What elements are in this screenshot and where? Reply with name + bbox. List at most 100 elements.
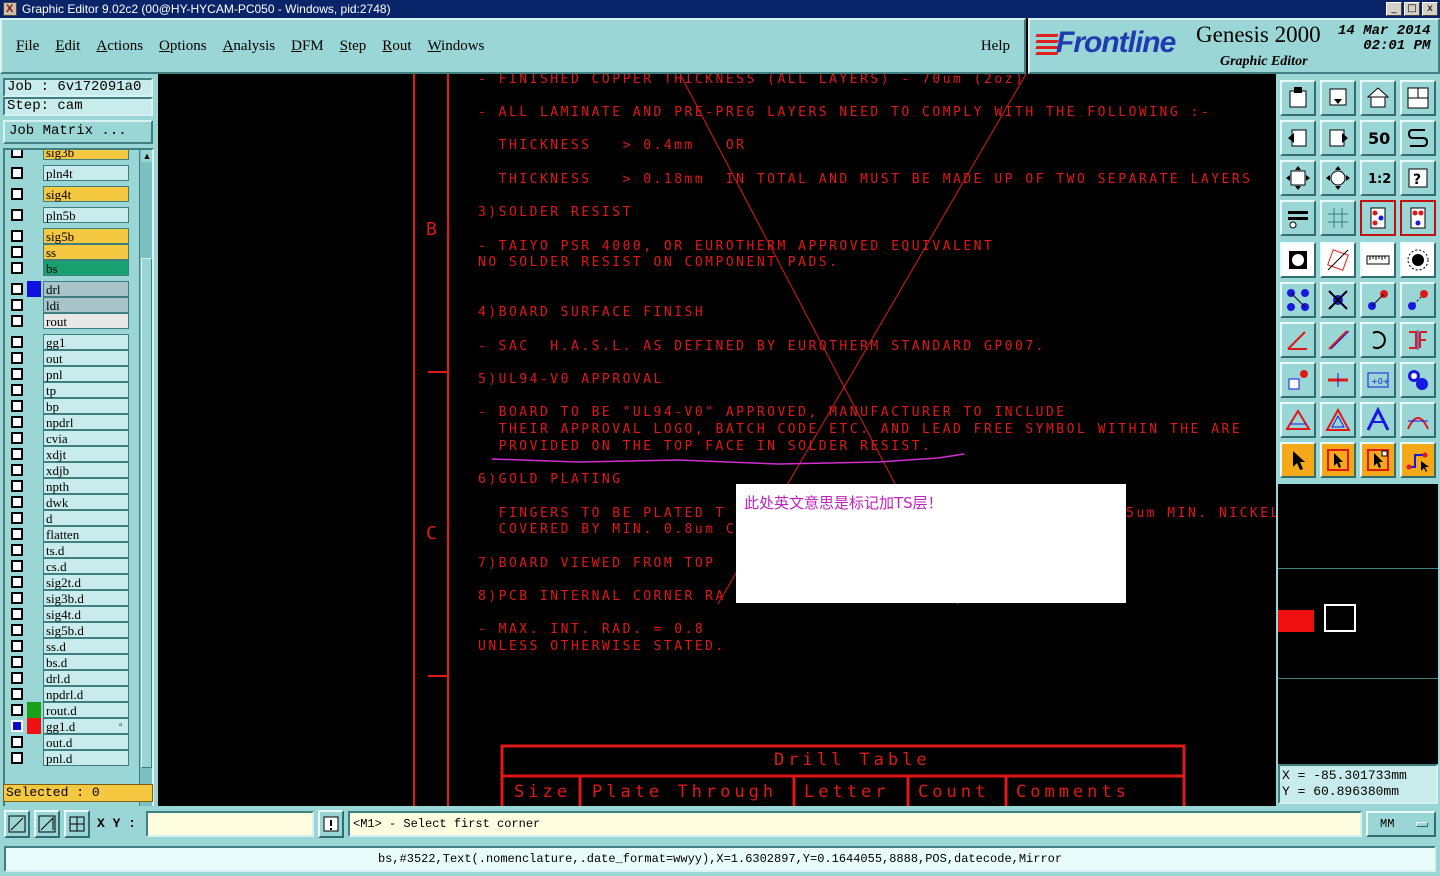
layer-checkbox[interactable] (11, 246, 23, 258)
layer-checkbox[interactable] (11, 384, 23, 396)
layer-checkbox[interactable] (11, 188, 23, 200)
layer-name[interactable]: drl (43, 281, 129, 297)
layer-checkbox[interactable] (11, 704, 23, 716)
layer-checkbox[interactable] (11, 656, 23, 668)
save-tool-button[interactable] (1320, 80, 1356, 116)
open-tool-button[interactable] (1280, 80, 1316, 116)
move-point-tool-button[interactable] (1400, 282, 1436, 318)
layer-name[interactable]: ldi (43, 297, 129, 313)
layer-checkbox[interactable] (11, 400, 23, 412)
layer-name[interactable]: npdrl.d (43, 686, 129, 702)
layer-name[interactable]: gg1.d (43, 718, 129, 734)
layer-name[interactable]: sig4t (43, 186, 129, 202)
layer-name[interactable]: out.d (43, 734, 129, 750)
measure-tool-button[interactable] (1360, 242, 1396, 278)
layer-row[interactable]: sig4t (7, 186, 131, 202)
layer-row[interactable]: drl.d (7, 670, 131, 686)
layer-row[interactable]: cs.d (7, 558, 131, 574)
close-button[interactable]: x (1422, 2, 1438, 16)
blob-tool-button[interactable] (1400, 362, 1436, 398)
layer-name[interactable]: sig3b (43, 150, 129, 160)
minus-tool-button[interactable] (1320, 362, 1356, 398)
layer-name[interactable]: rout (43, 313, 129, 329)
layer-name[interactable]: cs.d (43, 558, 129, 574)
menu-actions[interactable]: Actions (96, 38, 143, 55)
angle-tool-button[interactable] (1280, 322, 1316, 358)
layer-name[interactable]: bp (43, 398, 129, 414)
mirror-tool-button[interactable] (1400, 322, 1436, 358)
layer-checkbox[interactable] (11, 608, 23, 620)
layer-checkbox[interactable] (11, 672, 23, 684)
layer-row[interactable]: gg1 (7, 334, 131, 350)
pointer-2-tool-button[interactable] (1320, 442, 1356, 478)
layer-row[interactable]: rout.d (7, 702, 131, 718)
layer-name[interactable]: ss.d (43, 638, 129, 654)
menu-file[interactable]: File (16, 38, 39, 55)
layer-name[interactable]: pnl.d (43, 750, 129, 766)
maximize-button[interactable]: □ (1404, 2, 1420, 16)
layer-name[interactable]: xdjb (43, 462, 129, 478)
angle-snap-icon[interactable] (34, 810, 60, 838)
menu-dfm[interactable]: DFM (291, 38, 324, 55)
layer-checkbox[interactable] (11, 688, 23, 700)
layer-row[interactable]: sig5b (7, 228, 131, 244)
layer-checkbox[interactable] (11, 230, 23, 242)
xy-input[interactable] (146, 811, 314, 837)
layer-row[interactable]: gg1.d ▫ (7, 718, 131, 734)
layer-name[interactable]: ss (43, 244, 129, 260)
menu-options[interactable]: Options (159, 38, 207, 55)
layer-red-2-tool-button[interactable] (1400, 200, 1436, 236)
scroll-up-icon[interactable]: ▲ (141, 150, 152, 162)
layer-checkbox[interactable] (11, 336, 23, 348)
layer-checkbox[interactable] (11, 720, 23, 732)
layer-row[interactable]: bp (7, 398, 131, 414)
layer-checkbox[interactable] (11, 736, 23, 748)
layer-name[interactable]: d (43, 510, 129, 526)
menu-rout[interactable]: Rout (382, 38, 411, 55)
menu-analysis[interactable]: Analysis (223, 38, 276, 55)
layer-row[interactable]: drl (7, 281, 131, 297)
dot-tool-button[interactable] (1400, 242, 1436, 278)
layer-row[interactable]: ldi (7, 297, 131, 313)
pointer-3-tool-button[interactable] (1360, 442, 1396, 478)
layer-checkbox[interactable] (11, 624, 23, 636)
snap-icon[interactable] (4, 810, 30, 838)
minimize-button[interactable]: _ (1386, 2, 1402, 16)
layer-name[interactable]: out (43, 350, 129, 366)
layer-checkbox[interactable] (11, 576, 23, 588)
layer-name[interactable]: sig3b.d (43, 590, 129, 606)
layer-checkbox[interactable] (11, 167, 23, 179)
menu-help[interactable]: Help (981, 38, 1010, 55)
layer-row[interactable]: xdjt (7, 446, 131, 462)
grid-snap-icon[interactable] (64, 810, 90, 838)
overview-viewport[interactable] (1324, 604, 1356, 632)
layer-name[interactable]: sig2t.d (43, 574, 129, 590)
layer-scrollbar[interactable]: ▲ ▼ (139, 150, 152, 848)
overview-window[interactable] (1278, 484, 1438, 764)
menu-step[interactable]: Step (340, 38, 367, 55)
layer-checkbox[interactable] (11, 209, 23, 221)
layer-row[interactable]: tp (7, 382, 131, 398)
layer-red-tool-button[interactable] (1360, 200, 1396, 236)
layer-checkbox[interactable] (11, 352, 23, 364)
window-tool-button[interactable] (1400, 80, 1436, 116)
layer-name[interactable]: tp (43, 382, 129, 398)
layer-name[interactable]: xdjt (43, 446, 129, 462)
cross-tool-button[interactable] (1320, 282, 1356, 318)
tri-4-tool-button[interactable] (1400, 402, 1436, 438)
layer-row[interactable]: bs.d (7, 654, 131, 670)
job-matrix-button[interactable]: Job Matrix ... (3, 120, 153, 144)
dimension-tool-button[interactable]: +0+ (1360, 362, 1396, 398)
layer-name[interactable]: sig5b (43, 228, 129, 244)
layer-row[interactable]: sig5b.d (7, 622, 131, 638)
layer-row[interactable]: npdrl.d (7, 686, 131, 702)
layer-name[interactable]: ts.d (43, 542, 129, 558)
layer-checkbox[interactable] (11, 592, 23, 604)
layer-row[interactable]: ss.d (7, 638, 131, 654)
layer-checkbox[interactable] (11, 464, 23, 476)
layer-checkbox[interactable] (11, 512, 23, 524)
connect-tool-button[interactable] (1280, 282, 1316, 318)
layer-checkbox[interactable] (11, 368, 23, 380)
layer-row[interactable]: sig3b (7, 150, 131, 160)
pointer-tool-button[interactable] (1280, 442, 1316, 478)
